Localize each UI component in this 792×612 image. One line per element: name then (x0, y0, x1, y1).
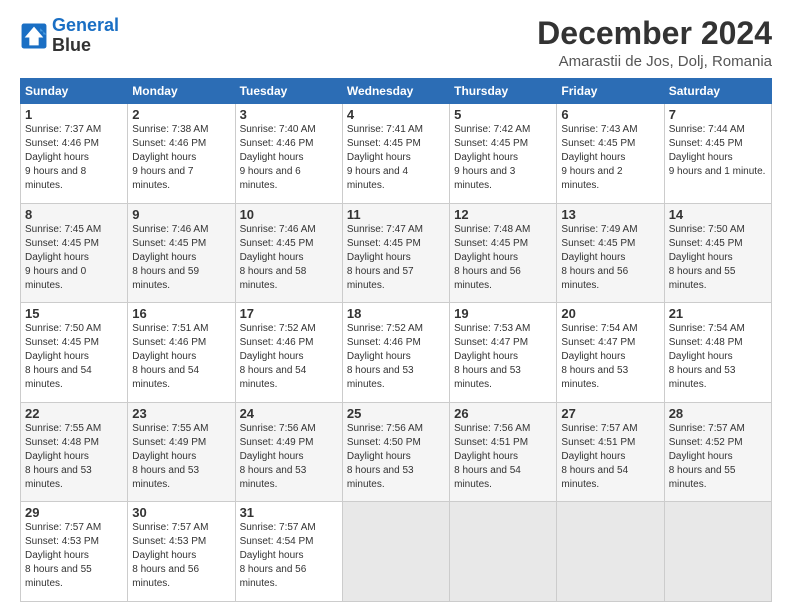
table-row: 21Sunrise: 7:54 AMSunset: 4:48 PMDayligh… (664, 303, 771, 403)
table-row: 3Sunrise: 7:40 AMSunset: 4:46 PMDaylight… (235, 104, 342, 204)
col-saturday: Saturday (664, 79, 771, 104)
col-sunday: Sunday (21, 79, 128, 104)
table-row: 8Sunrise: 7:45 AMSunset: 4:45 PMDaylight… (21, 203, 128, 303)
table-row: 14Sunrise: 7:50 AMSunset: 4:45 PMDayligh… (664, 203, 771, 303)
calendar-table: Sunday Monday Tuesday Wednesday Thursday… (20, 78, 772, 602)
table-row: 18Sunrise: 7:52 AMSunset: 4:46 PMDayligh… (342, 303, 449, 403)
page-header: GeneralBlue December 2024 Amarastii de J… (20, 16, 772, 70)
table-row: 2Sunrise: 7:38 AMSunset: 4:46 PMDaylight… (128, 104, 235, 204)
table-row: 9Sunrise: 7:46 AMSunset: 4:45 PMDaylight… (128, 203, 235, 303)
table-row: 10Sunrise: 7:46 AMSunset: 4:45 PMDayligh… (235, 203, 342, 303)
table-row: 13Sunrise: 7:49 AMSunset: 4:45 PMDayligh… (557, 203, 664, 303)
col-wednesday: Wednesday (342, 79, 449, 104)
col-friday: Friday (557, 79, 664, 104)
logo-text: GeneralBlue (52, 16, 119, 56)
table-row: 27Sunrise: 7:57 AMSunset: 4:51 PMDayligh… (557, 402, 664, 502)
table-row: 5Sunrise: 7:42 AMSunset: 4:45 PMDaylight… (450, 104, 557, 204)
table-row: 20Sunrise: 7:54 AMSunset: 4:47 PMDayligh… (557, 303, 664, 403)
title-block: December 2024 Amarastii de Jos, Dolj, Ro… (537, 16, 772, 70)
table-row (342, 502, 449, 602)
table-row: 15Sunrise: 7:50 AMSunset: 4:45 PMDayligh… (21, 303, 128, 403)
table-row: 16Sunrise: 7:51 AMSunset: 4:46 PMDayligh… (128, 303, 235, 403)
table-row: 22Sunrise: 7:55 AMSunset: 4:48 PMDayligh… (21, 402, 128, 502)
table-row (557, 502, 664, 602)
table-row: 6Sunrise: 7:43 AMSunset: 4:45 PMDaylight… (557, 104, 664, 204)
calendar-header-row: Sunday Monday Tuesday Wednesday Thursday… (21, 79, 772, 104)
logo: GeneralBlue (20, 16, 119, 56)
table-row: 11Sunrise: 7:47 AMSunset: 4:45 PMDayligh… (342, 203, 449, 303)
table-row: 12Sunrise: 7:48 AMSunset: 4:45 PMDayligh… (450, 203, 557, 303)
table-row: 17Sunrise: 7:52 AMSunset: 4:46 PMDayligh… (235, 303, 342, 403)
table-row: 23Sunrise: 7:55 AMSunset: 4:49 PMDayligh… (128, 402, 235, 502)
logo-icon (20, 22, 48, 50)
table-row: 4Sunrise: 7:41 AMSunset: 4:45 PMDaylight… (342, 104, 449, 204)
col-thursday: Thursday (450, 79, 557, 104)
table-row: 31Sunrise: 7:57 AMSunset: 4:54 PMDayligh… (235, 502, 342, 602)
table-row: 30Sunrise: 7:57 AMSunset: 4:53 PMDayligh… (128, 502, 235, 602)
table-row: 28Sunrise: 7:57 AMSunset: 4:52 PMDayligh… (664, 402, 771, 502)
page-title: December 2024 (537, 16, 772, 51)
col-tuesday: Tuesday (235, 79, 342, 104)
table-row: 19Sunrise: 7:53 AMSunset: 4:47 PMDayligh… (450, 303, 557, 403)
table-row (664, 502, 771, 602)
table-row: 1Sunrise: 7:37 AMSunset: 4:46 PMDaylight… (21, 104, 128, 204)
page-subtitle: Amarastii de Jos, Dolj, Romania (537, 53, 772, 70)
table-row: 24Sunrise: 7:56 AMSunset: 4:49 PMDayligh… (235, 402, 342, 502)
col-monday: Monday (128, 79, 235, 104)
table-row: 7Sunrise: 7:44 AMSunset: 4:45 PMDaylight… (664, 104, 771, 204)
table-row: 25Sunrise: 7:56 AMSunset: 4:50 PMDayligh… (342, 402, 449, 502)
table-row: 26Sunrise: 7:56 AMSunset: 4:51 PMDayligh… (450, 402, 557, 502)
table-row (450, 502, 557, 602)
table-row: 29Sunrise: 7:57 AMSunset: 4:53 PMDayligh… (21, 502, 128, 602)
